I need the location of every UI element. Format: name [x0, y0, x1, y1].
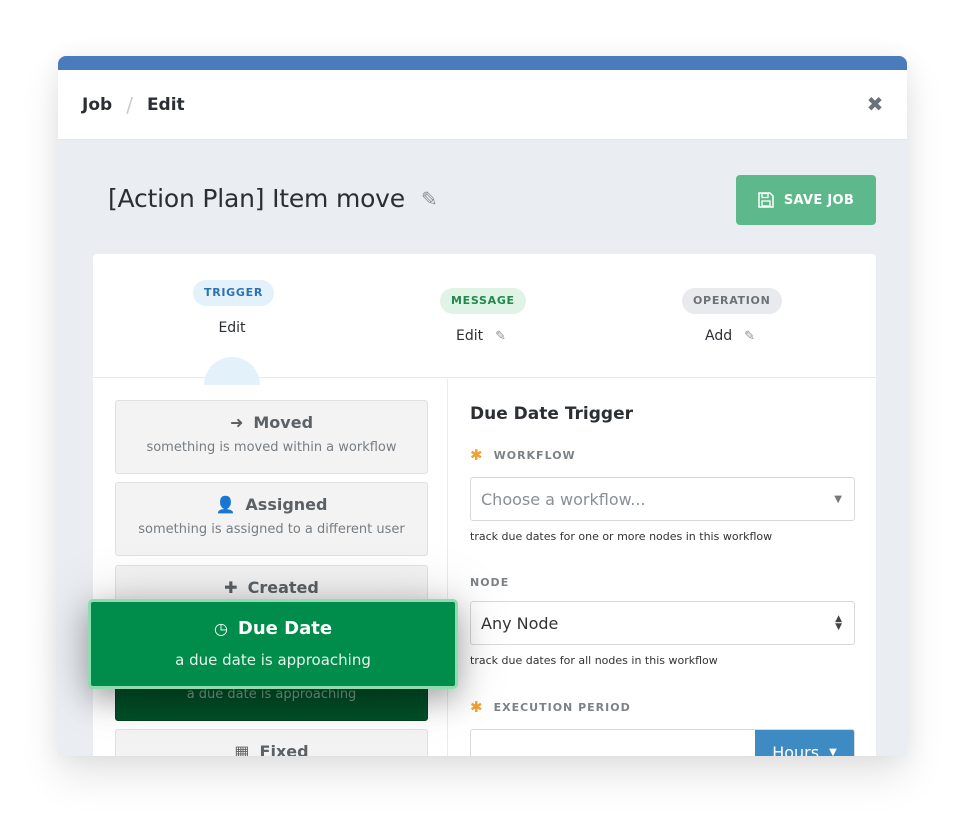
option-desc: something is moved within a workflow	[146, 440, 397, 455]
trigger-pill: TRIGGER	[193, 280, 275, 306]
node-value: Any Node	[481, 613, 559, 633]
pencil-icon[interactable]: ✎	[421, 187, 438, 211]
workflow-select[interactable]: Choose a workflow... ▼	[470, 477, 855, 521]
clock-icon: ◷	[213, 619, 228, 638]
arrow-right-icon: ➜	[229, 413, 244, 432]
option-title: Fixed	[259, 742, 309, 756]
page-title: [Action Plan] Item move	[108, 184, 405, 213]
option-title: Moved	[253, 413, 314, 432]
trigger-options-list: ➜ Moved something is moved within a workf…	[93, 379, 448, 756]
form-title: Due Date Trigger	[470, 404, 634, 424]
option-desc: something is assigned to a different use…	[138, 522, 405, 537]
node-hint: track due dates for all nodes in this wo…	[470, 654, 718, 667]
node-select[interactable]: Any Node ▲ ▼	[470, 601, 855, 645]
execution-period-field: Hours ▼	[470, 729, 855, 756]
sort-arrows-icon: ▲ ▼	[835, 614, 842, 632]
caret-down-icon: ▼	[834, 493, 842, 505]
trigger-label: Edit	[218, 320, 246, 336]
save-job-button[interactable]: SAVE JOB	[736, 175, 876, 225]
workflow-label-text: WORKFLOW	[493, 448, 576, 462]
trigger-form: Due Date Trigger ✱ WORKFLOW Choose a wor…	[470, 379, 856, 756]
user-plus-icon: 👤	[215, 495, 236, 514]
trigger-option-assigned[interactable]: 👤 Assigned something is assigned to a dif…	[115, 482, 428, 556]
step-tabs: TRIGGER Edit MESSAGE Edit ✎ OPERATION Add…	[93, 254, 876, 385]
execution-period-label: ✱ EXECUTION PERIOD	[470, 698, 856, 716]
breadcrumb-separator: /	[126, 92, 133, 117]
trigger-option-fixed[interactable]: ▦ Fixed	[115, 729, 428, 756]
dragging-due-date-card[interactable]: ◷ Due Date a due date is approaching	[88, 599, 458, 689]
workflow-label: ✱ WORKFLOW	[470, 446, 856, 464]
node-label: NODE	[470, 576, 856, 589]
floppy-disk-icon	[758, 192, 774, 208]
operation-label: Add	[704, 328, 733, 344]
message-label: Edit	[455, 328, 484, 344]
breadcrumb-edit: Edit	[146, 94, 185, 115]
modal-top-bar	[58, 56, 907, 70]
drag-title: Due Date	[237, 618, 333, 639]
period-unit-dropdown[interactable]: Hours ▼	[755, 730, 854, 756]
node-label-text: NODE	[470, 576, 510, 589]
required-asterisk-icon: ✱	[470, 446, 484, 464]
pencil-icon[interactable]: ✎	[495, 329, 506, 344]
caret-down-icon: ▼	[829, 746, 837, 757]
operation-pill: OPERATION	[682, 288, 782, 314]
tab-operation[interactable]: OPERATION Add ✎	[682, 288, 782, 344]
title-row: [Action Plan] Item move ✎	[108, 184, 438, 213]
period-unit-label: Hours	[772, 742, 820, 757]
execution-period-input[interactable]	[471, 730, 751, 756]
message-pill: MESSAGE	[440, 288, 526, 314]
plus-icon: ✚	[224, 578, 238, 597]
close-icon[interactable]: ✖	[865, 94, 885, 114]
required-asterisk-icon: ✱	[470, 698, 484, 716]
option-desc: a due date is approaching	[186, 687, 357, 702]
execution-period-label-text: EXECUTION PERIOD	[493, 700, 631, 714]
option-title: Assigned	[245, 495, 328, 514]
drag-desc: a due date is approaching	[175, 651, 371, 669]
workflow-placeholder: Choose a workflow...	[481, 489, 646, 509]
tab-message[interactable]: MESSAGE Edit ✎	[440, 288, 526, 344]
tab-trigger[interactable]: TRIGGER Edit	[193, 280, 275, 336]
trigger-option-moved[interactable]: ➜ Moved something is moved within a workf…	[115, 400, 428, 474]
workflow-hint: track due dates for one or more nodes in…	[470, 530, 773, 543]
pencil-icon[interactable]: ✎	[744, 329, 755, 344]
calendar-icon: ▦	[234, 742, 250, 756]
breadcrumb-job[interactable]: Job	[82, 95, 112, 115]
modal-header: Job / Edit ✖	[58, 70, 907, 140]
save-job-label: SAVE JOB	[783, 192, 855, 208]
option-title: Created	[247, 578, 319, 597]
